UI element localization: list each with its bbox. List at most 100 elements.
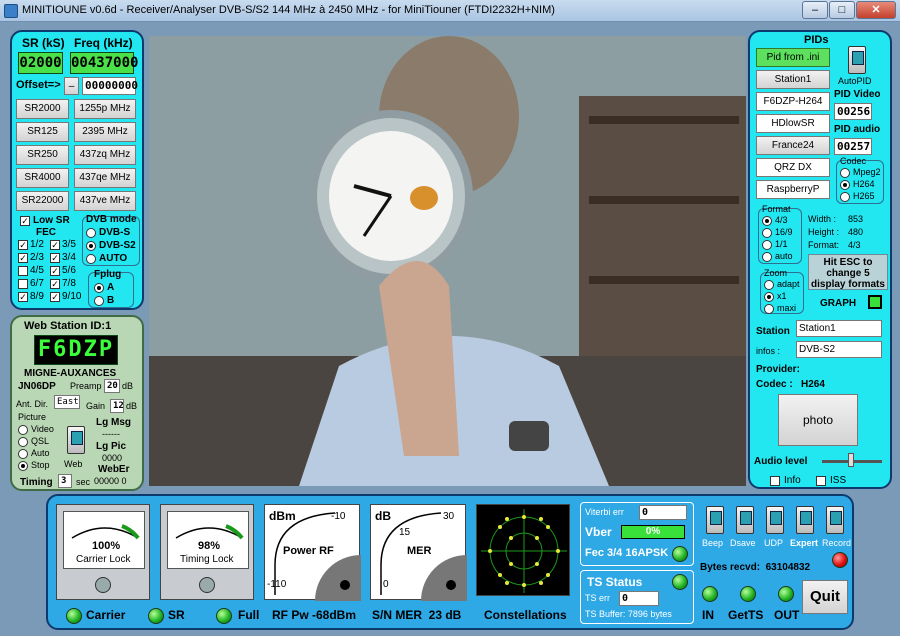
infos-input[interactable]: DVB-S2 [796, 341, 882, 358]
timing-lock-meter: 98% Timing Lock [160, 504, 254, 600]
preset-sr-3[interactable]: SR250 [16, 145, 69, 165]
fec-checkbox-8-9[interactable]: ✓ [18, 292, 28, 302]
preset-freq-5[interactable]: 437ve MHz [74, 191, 136, 211]
locator-text: JN06DP [18, 381, 56, 392]
web-toggle-switch[interactable] [67, 426, 85, 454]
preset-raspberryp-button[interactable]: RaspberryP [756, 180, 830, 199]
iss-checkbox[interactable] [816, 476, 826, 486]
freq-display[interactable]: 00437000 [70, 52, 138, 74]
gain-input[interactable]: 12 [110, 399, 124, 413]
offset-sign-button[interactable]: – [64, 77, 79, 95]
tuning-panel: SR (kS) Freq (kHz) 02000 00437000 Offset… [10, 30, 144, 310]
preset-sr-4[interactable]: SR4000 [16, 168, 69, 188]
picture-auto-label: Auto [31, 448, 50, 458]
expert-toggle-switch[interactable] [796, 506, 814, 534]
autopid-toggle-switch[interactable] [848, 46, 866, 74]
width-label: Width : [808, 214, 837, 224]
close-button[interactable]: ✕ [856, 1, 896, 19]
preset-france24-button[interactable]: France24 [756, 136, 830, 155]
format-4-3-radio[interactable] [762, 216, 772, 226]
mer-unit: dB [375, 509, 391, 523]
fplug-a-radio[interactable] [94, 283, 104, 293]
fec-checkbox-3-4[interactable]: ✓ [50, 253, 60, 263]
preset-station1-button[interactable]: Station1 [756, 70, 830, 89]
esc-formats-message: Hit ESC to change 5 display formats [808, 254, 888, 290]
offset-input[interactable]: 00000000 [82, 77, 138, 95]
station-input[interactable]: Station1 [796, 320, 882, 337]
vber-bar: 0% [621, 525, 685, 539]
udp-label: UDP [764, 538, 784, 548]
zoom-maxi-radio[interactable] [764, 304, 774, 314]
preset-freq-2[interactable]: 2395 MHz [74, 122, 136, 142]
picture-video-radio[interactable] [18, 425, 28, 435]
fec-label: FEC [36, 227, 56, 238]
codec-mpeg2-radio[interactable] [840, 168, 850, 178]
zoom-adapt-radio[interactable] [764, 280, 774, 290]
format-16-9-radio[interactable] [762, 228, 772, 238]
preset-hdlowsr-button[interactable]: HDlowSR [756, 114, 830, 133]
format-4-3-label: 4/3 [775, 215, 788, 225]
preset-sr-1[interactable]: SR2000 [16, 99, 69, 119]
beep-toggle-switch[interactable] [706, 506, 724, 534]
preset-qrz-dx-button[interactable]: QRZ DX [756, 158, 830, 177]
power-rf-label: Power RF [283, 545, 334, 557]
zoom-x1-radio[interactable] [764, 292, 774, 302]
graph-label: GRAPH [820, 298, 857, 309]
photo-button[interactable]: photo [778, 394, 858, 446]
codec-h265-radio[interactable] [840, 192, 850, 202]
antdir-input[interactable]: East [54, 395, 80, 409]
fec-checkbox-3-5[interactable]: ✓ [50, 240, 60, 250]
constellations-label: Constellations [484, 608, 567, 622]
maximize-button[interactable]: □ [829, 1, 855, 19]
info-checkbox[interactable] [770, 476, 780, 486]
codec-h264-radio[interactable] [840, 180, 850, 190]
fplug-b-radio[interactable] [94, 296, 104, 306]
preset-f6dzp-h264-button[interactable]: F6DZP-H264 [756, 92, 830, 111]
fec-checkbox-2-3[interactable]: ✓ [18, 253, 28, 263]
width-value: 853 [848, 214, 864, 224]
preset-freq-3[interactable]: 437zq MHz [74, 145, 136, 165]
fec-checkbox-5-6[interactable]: ✓ [50, 266, 60, 276]
pid-audio-input[interactable]: 00257 [834, 138, 872, 155]
fec-status-text: Fec 3/4 16APSK [585, 547, 669, 559]
udp-toggle-switch[interactable] [766, 506, 784, 534]
record-toggle-switch[interactable] [826, 506, 844, 534]
preset-freq-4[interactable]: 437qe MHz [74, 168, 136, 188]
fec-checkbox-6-7[interactable] [18, 279, 28, 289]
audio-level-slider[interactable] [848, 453, 854, 467]
picture-auto-radio[interactable] [18, 449, 28, 459]
fec-checkbox-7-8[interactable]: ✓ [50, 279, 60, 289]
dvb-auto-label: AUTO [99, 253, 128, 264]
fec-label-3-4: 3/4 [62, 252, 76, 263]
zoom-x1-label: x1 [777, 291, 787, 301]
video-display[interactable] [149, 36, 746, 486]
preset-freq-1[interactable]: 1255p MHz [74, 99, 136, 119]
sr-display[interactable]: 02000 [18, 52, 63, 74]
graph-toggle[interactable] [868, 295, 882, 309]
format-auto-label: auto [775, 251, 793, 261]
format-1-1-radio[interactable] [762, 240, 772, 250]
dvb-auto-radio[interactable] [86, 254, 96, 264]
pid-from-ini-button[interactable]: Pid from .ini [756, 48, 830, 67]
minimize-button[interactable]: – [802, 1, 828, 19]
preset-sr-2[interactable]: SR125 [16, 122, 69, 142]
preamp-input[interactable]: 20 [104, 379, 120, 393]
preset-sr-5[interactable]: SR22000 [16, 191, 69, 211]
ts-status-label: TS Status [587, 575, 643, 589]
dvb-s-radio[interactable] [86, 228, 96, 238]
pid-video-input[interactable]: 00256 [834, 103, 872, 120]
timing-input[interactable]: 3 [58, 474, 72, 488]
fec-checkbox-1-2[interactable]: ✓ [18, 240, 28, 250]
picture-stop-radio[interactable] [18, 461, 28, 471]
dsave-toggle-switch[interactable] [736, 506, 754, 534]
fec-checkbox-9-10[interactable]: ✓ [50, 292, 60, 302]
format-auto-radio[interactable] [762, 252, 772, 262]
dvb-s2-radio[interactable] [86, 241, 96, 251]
low-sr-checkbox[interactable]: ✓ [20, 216, 30, 226]
weber-value: 00000 0 [94, 476, 127, 486]
power-rf-meter: dBm -10 Power RF -110 [264, 504, 361, 601]
format-16-9-label: 16/9 [775, 227, 793, 237]
picture-qsl-radio[interactable] [18, 437, 28, 447]
fec-checkbox-4-5[interactable] [18, 266, 28, 276]
quit-button[interactable]: Quit [802, 580, 848, 614]
